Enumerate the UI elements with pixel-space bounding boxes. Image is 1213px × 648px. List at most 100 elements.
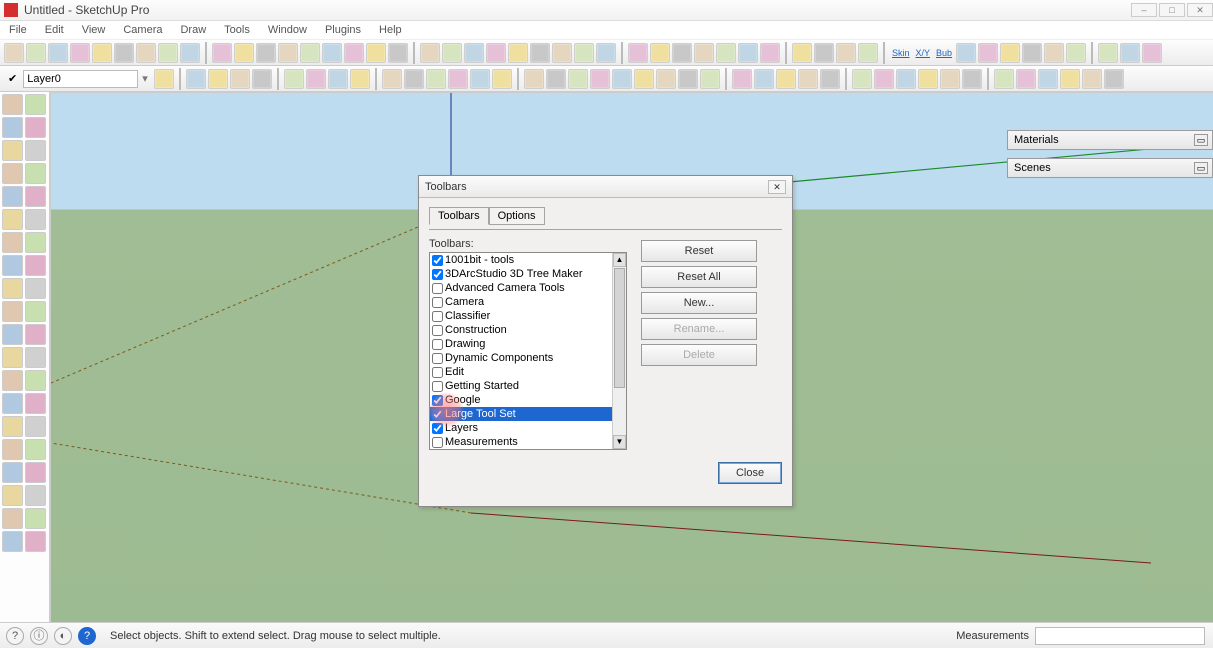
toolbar-list-item[interactable]: Classifier xyxy=(430,309,626,323)
menu-edit[interactable]: Edit xyxy=(42,23,67,37)
toolbar-icon[interactable] xyxy=(382,69,402,89)
tool-icon[interactable] xyxy=(2,301,23,322)
tool-icon[interactable] xyxy=(2,347,23,368)
toolbar-icon[interactable] xyxy=(628,43,648,63)
toolbar-list-item[interactable]: Edit xyxy=(430,365,626,379)
toolbar-icon[interactable] xyxy=(568,69,588,89)
toolbar-item-checkbox[interactable] xyxy=(432,381,443,392)
scroll-down-icon[interactable]: ▼ xyxy=(613,435,626,449)
tool-icon[interactable] xyxy=(25,117,46,138)
toolbar-item-checkbox[interactable] xyxy=(432,339,443,350)
toolbar-icon[interactable] xyxy=(754,69,774,89)
tool-icon[interactable] xyxy=(25,278,46,299)
toolbar-list-item[interactable]: Large Tool Set xyxy=(430,407,626,421)
close-button[interactable]: Close xyxy=(718,462,782,484)
menu-view[interactable]: View xyxy=(79,23,109,37)
toolbar-icon[interactable] xyxy=(300,43,320,63)
toolbar-icon[interactable] xyxy=(552,43,572,63)
tool-icon[interactable] xyxy=(2,393,23,414)
toolbar-icon[interactable] xyxy=(306,69,326,89)
toolbar-icon[interactable] xyxy=(798,69,818,89)
toolbar-icon[interactable] xyxy=(650,43,670,63)
toolbar-icon[interactable] xyxy=(918,69,938,89)
toolbar-icon[interactable] xyxy=(154,69,174,89)
toolbar-icon[interactable] xyxy=(1016,69,1036,89)
tool-icon[interactable] xyxy=(25,485,46,506)
toolbar-list-item[interactable]: Dynamic Components xyxy=(430,351,626,365)
rename-button[interactable]: Rename... xyxy=(641,318,757,340)
tool-icon[interactable] xyxy=(25,232,46,253)
status-icon[interactable]: ◐ xyxy=(54,627,72,645)
toolbar-item-checkbox[interactable] xyxy=(432,409,443,420)
menu-file[interactable]: File xyxy=(6,23,30,37)
toolbar-icon[interactable] xyxy=(994,69,1014,89)
toolbar-list-item[interactable]: Advanced Camera Tools xyxy=(430,281,626,295)
toolbar-item-checkbox[interactable] xyxy=(432,353,443,364)
toolbar-item-checkbox[interactable] xyxy=(432,297,443,308)
toolbar-list-item[interactable]: Google xyxy=(430,393,626,407)
scroll-up-icon[interactable]: ▲ xyxy=(613,253,626,267)
toolbar-item-checkbox[interactable] xyxy=(432,269,443,280)
tool-icon[interactable] xyxy=(25,255,46,276)
toolbar-icon[interactable] xyxy=(278,43,298,63)
toolbar-icon[interactable] xyxy=(508,43,528,63)
toolbar-icon[interactable] xyxy=(1142,43,1162,63)
toolbar-icon[interactable] xyxy=(1000,43,1020,63)
toolbar-icon[interactable] xyxy=(596,43,616,63)
toolbar-icon[interactable] xyxy=(858,43,878,63)
menu-camera[interactable]: Camera xyxy=(120,23,165,37)
toolbar-icon[interactable] xyxy=(492,69,512,89)
tool-icon[interactable] xyxy=(2,209,23,230)
tool-icon[interactable] xyxy=(2,278,23,299)
tool-icon[interactable] xyxy=(2,508,23,529)
tool-icon[interactable] xyxy=(25,531,46,552)
toolbar-item-checkbox[interactable] xyxy=(432,255,443,266)
tool-icon[interactable] xyxy=(2,370,23,391)
toolbar-icon[interactable] xyxy=(158,43,178,63)
toolbar-icon[interactable] xyxy=(590,69,610,89)
tab-options[interactable]: Options xyxy=(489,207,545,225)
toolbar-icon[interactable] xyxy=(1066,43,1086,63)
toolbar-icon[interactable] xyxy=(1104,69,1124,89)
toolbar-icon[interactable] xyxy=(852,69,872,89)
scenes-panel-header[interactable]: Scenes ▭ xyxy=(1007,158,1213,178)
tool-icon[interactable] xyxy=(2,416,23,437)
tool-icon[interactable] xyxy=(25,301,46,322)
toolbar-icon[interactable] xyxy=(700,69,720,89)
toolbar-icon[interactable] xyxy=(962,69,982,89)
toolbar-icon[interactable] xyxy=(344,43,364,63)
toolbar-icon[interactable] xyxy=(180,43,200,63)
layer-input[interactable] xyxy=(23,70,138,88)
toolbar-item-checkbox[interactable] xyxy=(432,283,443,294)
tool-icon[interactable] xyxy=(2,255,23,276)
toolbar-item-checkbox[interactable] xyxy=(432,325,443,336)
toolbar-icon[interactable] xyxy=(464,43,484,63)
toolbar-icon[interactable] xyxy=(186,69,206,89)
tool-icon[interactable] xyxy=(2,462,23,483)
tool-icon[interactable] xyxy=(25,209,46,230)
toolbar-icon[interactable] xyxy=(1098,43,1118,63)
toolbar-icon[interactable] xyxy=(694,43,714,63)
tool-icon[interactable] xyxy=(25,186,46,207)
panel-collapse-icon[interactable]: ▭ xyxy=(1194,162,1208,174)
tab-toolbars[interactable]: Toolbars xyxy=(429,207,489,225)
toolbar-list-item[interactable]: Measurements xyxy=(430,435,626,449)
tool-icon[interactable] xyxy=(25,163,46,184)
toolbar-icon[interactable] xyxy=(256,43,276,63)
toolbar-icon[interactable] xyxy=(212,43,232,63)
toolbar-icon[interactable] xyxy=(656,69,676,89)
menu-plugins[interactable]: Plugins xyxy=(322,23,364,37)
toolbar-icon[interactable] xyxy=(1022,43,1042,63)
toolbar-icon[interactable] xyxy=(486,43,506,63)
toolbar-item-checkbox[interactable] xyxy=(432,423,443,434)
menu-tools[interactable]: Tools xyxy=(221,23,253,37)
toolbar-item-checkbox[interactable] xyxy=(432,311,443,322)
toolbar-icon[interactable] xyxy=(574,43,594,63)
tool-icon[interactable] xyxy=(2,439,23,460)
tool-icon[interactable] xyxy=(25,94,46,115)
dialog-close-icon[interactable]: ✕ xyxy=(768,180,786,194)
toolbar-icon[interactable] xyxy=(114,43,134,63)
scroll-thumb[interactable] xyxy=(614,268,625,388)
minimize-button[interactable]: – xyxy=(1131,3,1157,17)
toolbar-icon[interactable] xyxy=(612,69,632,89)
